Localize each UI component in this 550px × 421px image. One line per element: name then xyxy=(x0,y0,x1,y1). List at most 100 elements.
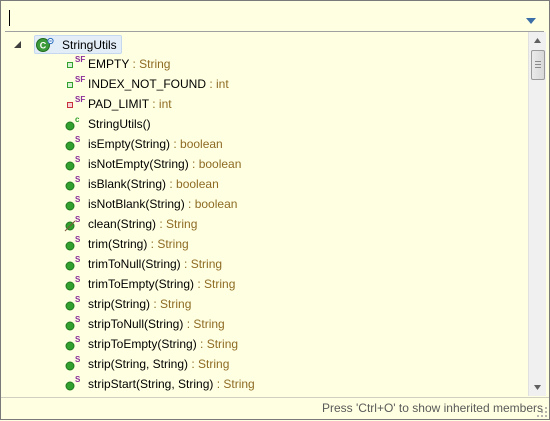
class-icon: C xyxy=(36,37,54,53)
tree-member-row[interactable]: SF EMPTY : String xyxy=(5,54,525,74)
member-name: trim(String) xyxy=(88,237,148,251)
tree-root-label[interactable]: C StringUtils xyxy=(34,35,122,54)
tree-member-row[interactable]: SstripStart(String, String) : String xyxy=(5,374,525,394)
member-name: trimToNull(String) xyxy=(88,257,181,271)
member-label: isBlank(String) : boolean xyxy=(88,177,219,191)
member-type: : String xyxy=(196,337,239,351)
member-name: isEmpty(String) xyxy=(88,137,171,151)
method-public-icon: S xyxy=(63,255,85,273)
tree-member-row[interactable]: Sclean(String) : String xyxy=(5,214,525,234)
member-label: PAD_LIMIT : int xyxy=(88,97,172,111)
member-type: : boolean xyxy=(184,197,238,211)
tree-member-row[interactable]: Sstrip(String) : String xyxy=(5,294,525,314)
vertical-scrollbar[interactable] xyxy=(528,32,546,396)
field-public-icon: SF xyxy=(63,75,85,93)
member-type: : boolean xyxy=(188,157,242,171)
member-type: : int xyxy=(148,97,172,111)
member-label: stripToEmpty(String) : String xyxy=(88,337,238,351)
member-type: : String xyxy=(150,297,192,311)
text-caret xyxy=(9,10,10,26)
outline-tree[interactable]: C StringUtils SF EMPTY : String SF INDEX_NO… xyxy=(5,32,527,396)
expand-collapse-toggle[interactable] xyxy=(13,39,23,49)
member-name: strip(String) xyxy=(88,297,151,311)
member-type: : String xyxy=(156,217,198,231)
tree-member-row[interactable]: StrimToEmpty(String) : String xyxy=(5,274,525,294)
tree-member-row[interactable]: SF PAD_LIMIT : int xyxy=(5,94,525,114)
chevron-down-icon[interactable] xyxy=(526,14,536,24)
field-private-icon: SF xyxy=(63,95,85,113)
member-name: PAD_LIMIT xyxy=(88,97,149,111)
member-name: stripStart(String, String) xyxy=(88,377,214,391)
member-label: EMPTY : String xyxy=(88,57,170,71)
scrollbar-thumb[interactable] xyxy=(531,50,545,80)
tree-member-row[interactable]: SisNotBlank(String) : boolean xyxy=(5,194,525,214)
member-type: : String xyxy=(194,277,236,291)
svg-text:SF: SF xyxy=(75,55,85,64)
svg-text:c: c xyxy=(75,115,80,124)
member-label: strip(String) : String xyxy=(88,297,191,311)
member-type: : int xyxy=(206,77,229,91)
svg-text:SF: SF xyxy=(75,75,85,84)
member-label: INDEX_NOT_FOUND : int xyxy=(88,77,229,91)
member-name: clean(String) xyxy=(88,217,157,231)
member-label: stripStart(String, String) : String xyxy=(88,377,255,391)
member-name: INDEX_NOT_FOUND xyxy=(88,77,207,91)
svg-text:S: S xyxy=(75,235,81,244)
member-type: : String xyxy=(188,357,230,371)
svg-text:S: S xyxy=(75,295,81,304)
tree-member-row[interactable]: Strim(String) : String xyxy=(5,234,525,254)
member-label: trimToNull(String) : String xyxy=(88,257,222,271)
member-type: : String xyxy=(213,377,255,391)
svg-text:S: S xyxy=(75,175,81,184)
method-public-icon: S xyxy=(63,315,85,333)
member-type: : boolean xyxy=(166,177,219,191)
svg-text:SF: SF xyxy=(75,95,85,104)
method-public-icon: S xyxy=(63,175,85,193)
tree-member-row[interactable]: SisNotEmpty(String) : boolean xyxy=(5,154,525,174)
scroll-down-arrow-icon[interactable] xyxy=(529,379,546,396)
member-type: : String xyxy=(129,57,171,71)
member-name: trimToEmpty(String) xyxy=(88,277,195,291)
member-name: StringUtils() xyxy=(88,117,151,131)
filter-bar xyxy=(5,6,546,30)
method-public-icon: S xyxy=(63,135,85,153)
member-label: StringUtils() xyxy=(88,117,151,131)
svg-text:S: S xyxy=(75,155,81,164)
member-name: stripToNull(String) xyxy=(88,317,184,331)
method-public-icon: S xyxy=(63,295,85,313)
tree-root-row[interactable]: C StringUtils xyxy=(5,34,525,54)
status-hint: Press 'Ctrl+O' to show inherited members xyxy=(322,401,543,415)
filter-input[interactable] xyxy=(5,6,521,28)
tree-member-row[interactable]: StrimToNull(String) : String xyxy=(5,254,525,274)
resize-grip-icon[interactable] xyxy=(536,406,548,418)
method-public-icon: S xyxy=(63,155,85,173)
method-public-icon: S xyxy=(63,275,85,293)
svg-text:C: C xyxy=(40,40,47,50)
constructor-icon: c xyxy=(63,115,85,133)
svg-text:S: S xyxy=(75,135,81,144)
member-label: isNotBlank(String) : boolean xyxy=(88,197,237,211)
tree-member-row[interactable]: Sstrip(String, String) : String xyxy=(5,354,525,374)
tree-member-row[interactable]: SF INDEX_NOT_FOUND : int xyxy=(5,74,525,94)
tree-member-row[interactable]: c StringUtils() xyxy=(5,114,525,134)
method-public-icon: S xyxy=(63,355,85,373)
member-label: stripToNull(String) : String xyxy=(88,317,225,331)
tree-member-row[interactable]: SstripToEmpty(String) : String xyxy=(5,334,525,354)
member-label: clean(String) : String xyxy=(88,217,197,231)
tree-member-row[interactable]: SisBlank(String) : boolean xyxy=(5,174,525,194)
member-type: : boolean xyxy=(170,137,223,151)
svg-text:S: S xyxy=(75,355,81,364)
member-name: EMPTY xyxy=(88,57,130,71)
member-label: isEmpty(String) : boolean xyxy=(88,137,223,151)
member-label: trimToEmpty(String) : String xyxy=(88,277,235,291)
member-label: isNotEmpty(String) : boolean xyxy=(88,157,241,171)
divider xyxy=(1,397,549,398)
member-name: isBlank(String) xyxy=(88,177,167,191)
svg-text:S: S xyxy=(75,195,81,204)
svg-text:S: S xyxy=(75,255,81,264)
tree-member-row[interactable]: SisEmpty(String) : boolean xyxy=(5,134,525,154)
scroll-up-arrow-icon[interactable] xyxy=(529,32,546,49)
tree-member-row[interactable]: SstripToNull(String) : String xyxy=(5,314,525,334)
chevron-expanded-icon xyxy=(14,41,21,48)
member-type: : String xyxy=(147,237,189,251)
